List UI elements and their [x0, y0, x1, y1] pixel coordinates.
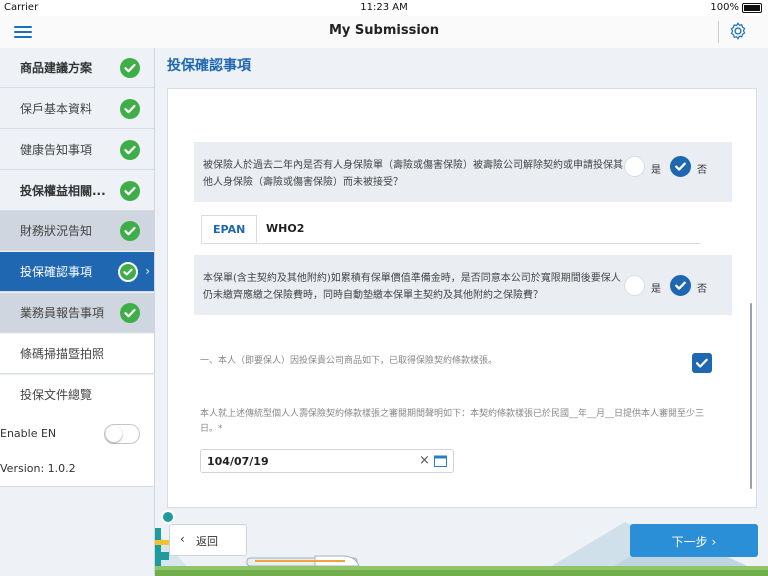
toggle-knob [106, 426, 122, 442]
version-label: Version: 1.0.2 [0, 462, 76, 475]
check-circle-icon [120, 140, 140, 160]
page-title: 投保確認事項 [167, 58, 251, 74]
next-button-label: 下一步 › [671, 535, 717, 549]
gear-icon[interactable] [728, 21, 748, 41]
status-bar: Carrier 11:23 AM 100% [0, 0, 768, 16]
question-text: 被保險人於過去二年內是否有人身保險單（壽險或傷害保險）被壽險公司解除契約或申請投… [203, 160, 623, 188]
calendar-icon[interactable] [434, 455, 447, 467]
question-text: 本保單(含主契約及其他附約)如累積有保單價值準備金時，是否同意本公司於寬限期間後… [203, 273, 621, 301]
radio-no[interactable] [670, 275, 691, 296]
nav-bar: My Submission [0, 16, 768, 49]
back-button[interactable]: ‹ 返回 [169, 524, 247, 556]
sidebar-item-agent-report[interactable]: 業務員報告事項 [0, 293, 154, 333]
check-circle-icon [118, 262, 138, 282]
radio-yes-label: 是 [651, 165, 661, 176]
check-circle-icon [120, 181, 140, 201]
version-row: Version: 1.0.2 [0, 454, 154, 487]
sidebar-item-label: 條碼掃描暨拍照 [20, 347, 105, 361]
next-button-text: 下一步 [671, 535, 708, 549]
enable-en-toggle[interactable] [104, 424, 140, 444]
sidebar-item-confirmation[interactable]: 投保確認事項 › [0, 252, 154, 292]
statement-checkbox[interactable] [692, 353, 712, 373]
date-value: 104/07/19 [207, 455, 269, 468]
question-box: 被保險人於過去二年內是否有人身保險單（壽險或傷害保險）被壽險公司解除契約或申請投… [194, 142, 732, 202]
sidebar-item-rights[interactable]: 投保權益相關... [0, 171, 154, 211]
sidebar-item-policyholder-info[interactable]: 保戶基本資料 [0, 89, 154, 129]
sidebar-item-document-overview[interactable]: 投保文件總覽 [0, 375, 154, 415]
tab-who2[interactable]: WHO2 [255, 215, 315, 243]
next-button[interactable]: 下一步 › [630, 524, 758, 557]
check-circle-icon [120, 303, 140, 323]
tab-epan[interactable]: EPAN [201, 215, 258, 243]
clock: 11:23 AM [360, 2, 408, 13]
radio-yes[interactable] [624, 156, 645, 177]
check-circle-icon [120, 58, 140, 78]
sidebar: 商品建議方案 保戶基本資料 健康告知事項 投保權益相關... 財務狀況告知 投保… [0, 48, 155, 576]
radio-no-label: 否 [697, 284, 707, 295]
date-input[interactable]: 104/07/19 × [200, 449, 454, 473]
check-icon [695, 358, 708, 368]
sidebar-item-health-disclosure[interactable]: 健康告知事項 [0, 130, 154, 170]
confirmation-card: 被保險人於過去二年內是否有人身保險單（壽險或傷害保險）被壽險公司解除契約或申請投… [167, 88, 757, 508]
radio-no[interactable] [670, 156, 691, 177]
radio-yes-label: 是 [651, 284, 661, 295]
radio-no-label: 否 [697, 165, 707, 176]
page-header-title: My Submission [329, 23, 439, 38]
clear-icon[interactable]: × [419, 453, 430, 468]
check-icon [675, 162, 686, 171]
tab-bar: EPAN WHO2 [201, 215, 701, 244]
battery-status: 100% [710, 2, 762, 13]
sidebar-item-barcode-scan[interactable]: 條碼掃描暨拍照 [0, 334, 154, 374]
check-circle-icon [120, 99, 140, 119]
scrollbar[interactable] [750, 303, 752, 489]
nav-divider [718, 21, 719, 43]
sidebar-item-label: 投保文件總覽 [20, 388, 93, 402]
battery-percent: 100% [710, 2, 739, 13]
check-icon [675, 281, 686, 290]
check-circle-icon [120, 221, 140, 241]
question-box: 本保單(含主契約及其他附約)如累積有保單價值準備金時，是否同意本公司於寬限期間後… [194, 255, 732, 315]
decorative-dot [161, 510, 175, 524]
review-period-text: 本人就上述傳統型個人人壽保險契約條款樣張之審閱期間聲明如下：本契約條款樣張已於民… [200, 409, 705, 434]
chevron-right-icon: › [145, 264, 150, 278]
radio-yes[interactable] [624, 275, 645, 296]
main-content: 投保確認事項 被保險人於過去二年內是否有人身保險單（壽險或傷害保險）被壽險公司解… [155, 48, 768, 576]
enable-en-row: Enable EN [0, 414, 154, 455]
enable-en-label: Enable EN [0, 427, 57, 440]
back-button-label: 返回 [196, 535, 218, 548]
sidebar-item-product-proposal[interactable]: 商品建議方案 [0, 48, 154, 88]
sidebar-item-financial-status[interactable]: 財務狀況告知 [0, 211, 154, 251]
statement-text: 一、本人（即要保人）因投保貴公司商品如下，已取得保險契約條款樣張。 [200, 356, 498, 366]
battery-icon [742, 2, 762, 13]
chevron-left-icon: ‹ [180, 532, 185, 546]
